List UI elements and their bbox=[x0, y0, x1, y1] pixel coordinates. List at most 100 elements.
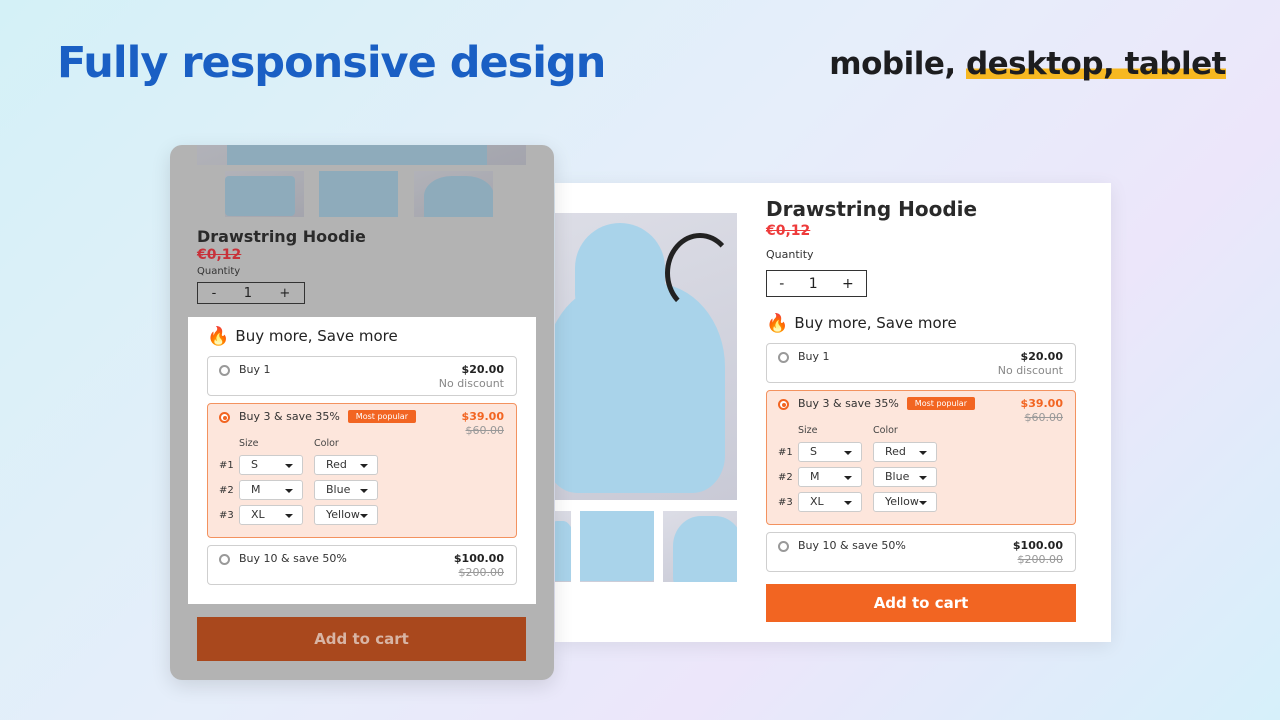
size-select-value: XL bbox=[251, 508, 265, 521]
offer-label-text: Buy 1 bbox=[239, 363, 271, 376]
bundle-offers: 🔥 Buy more, Save more Buy 1 $20.00 No discou… bbox=[766, 311, 1076, 579]
size-select-value: S bbox=[810, 445, 817, 458]
bundle-offer-option[interactable]: Buy 10 & save 50% $100.00 $200.00 bbox=[766, 532, 1076, 572]
chevron-down-icon bbox=[844, 501, 852, 505]
subheadline-highlight: desktop, tablet bbox=[965, 46, 1227, 82]
product-thumbnail[interactable] bbox=[319, 171, 398, 217]
size-label: Size bbox=[239, 438, 259, 449]
radio-button[interactable] bbox=[219, 554, 230, 565]
offer-label: Buy 1 bbox=[239, 363, 271, 376]
add-to-cart-button[interactable]: Add to cart bbox=[197, 617, 526, 661]
radio-button[interactable] bbox=[219, 365, 230, 376]
color-select-value: Blue bbox=[885, 470, 910, 483]
most-popular-badge: Most popular bbox=[347, 410, 416, 423]
product-thumbnail[interactable] bbox=[663, 511, 737, 582]
increment-button[interactable]: + bbox=[842, 276, 854, 292]
color-select[interactable]: Red bbox=[873, 442, 937, 462]
bundle-offer-option[interactable]: Buy 1 $20.00 No discount bbox=[766, 343, 1076, 383]
radio-button[interactable] bbox=[778, 352, 789, 363]
offer-compare-price: $200.00 bbox=[1017, 553, 1064, 566]
item-number: #2 bbox=[219, 485, 234, 496]
chevron-down-icon bbox=[919, 501, 927, 505]
size-select[interactable]: XL bbox=[239, 505, 303, 525]
offer-price: $39.00 bbox=[461, 410, 504, 423]
chevron-down-icon bbox=[360, 514, 368, 518]
offer-price: $100.00 bbox=[1012, 539, 1063, 552]
product-main-image[interactable] bbox=[197, 145, 526, 165]
bundle-offer-option[interactable]: Buy 3 & save 35% Most popular $39.00 $60.00… bbox=[207, 403, 517, 538]
color-select-value: Red bbox=[885, 445, 906, 458]
add-to-cart-button[interactable]: Add to cart bbox=[766, 584, 1076, 622]
subheadline: mobile, desktop, tablet bbox=[829, 46, 1227, 82]
quantity-stepper[interactable]: - 1 + bbox=[197, 282, 305, 304]
quantity-value[interactable]: 1 bbox=[244, 286, 252, 301]
chevron-down-icon bbox=[285, 464, 293, 468]
size-select[interactable]: XL bbox=[798, 492, 862, 512]
product-thumbnail[interactable] bbox=[414, 171, 493, 217]
radio-button[interactable] bbox=[778, 399, 789, 410]
offer-label-text: Buy 10 & save 50% bbox=[798, 539, 906, 552]
offer-compare-price: $200.00 bbox=[458, 566, 505, 579]
offer-note: No discount bbox=[997, 364, 1063, 377]
bundle-offer-option[interactable]: Buy 1 $20.00 No discount bbox=[207, 356, 517, 396]
quantity-value[interactable]: 1 bbox=[809, 276, 818, 292]
offer-label-text: Buy 1 bbox=[798, 350, 830, 363]
headline: Fully responsive design bbox=[57, 38, 606, 88]
subheadline-plain: mobile, bbox=[829, 46, 966, 82]
chevron-down-icon bbox=[919, 476, 927, 480]
decrement-button[interactable]: - bbox=[212, 286, 217, 301]
bundle-heading-text: Buy more, Save more bbox=[794, 314, 957, 332]
product-price: €0,12 bbox=[766, 223, 811, 239]
offer-price: $20.00 bbox=[461, 363, 504, 376]
offer-label-text: Buy 3 & save 35% bbox=[798, 397, 899, 410]
size-select[interactable]: M bbox=[798, 467, 862, 487]
quantity-stepper[interactable]: - 1 + bbox=[766, 270, 867, 297]
radio-button[interactable] bbox=[219, 412, 230, 423]
color-select[interactable]: Blue bbox=[873, 467, 937, 487]
chevron-down-icon bbox=[844, 476, 852, 480]
product-thumbnail[interactable] bbox=[580, 511, 654, 582]
item-number: #1 bbox=[778, 447, 793, 458]
product-main-image[interactable] bbox=[555, 213, 737, 500]
chevron-down-icon bbox=[919, 451, 927, 455]
size-select-value: M bbox=[810, 470, 820, 483]
mobile-product-card: Drawstring Hoodie €0,12 Quantity - 1 + 🔥… bbox=[170, 145, 554, 680]
increment-button[interactable]: + bbox=[279, 286, 290, 301]
quantity-label: Quantity bbox=[766, 248, 814, 261]
offer-label: Buy 3 & save 35% Most popular bbox=[798, 397, 975, 410]
color-select[interactable]: Red bbox=[314, 455, 378, 475]
size-select[interactable]: S bbox=[239, 455, 303, 475]
desktop-product-card: Drawstring Hoodie €0,12 Quantity - 1 + 🔥… bbox=[555, 183, 1111, 642]
offer-label-text: Buy 3 & save 35% bbox=[239, 410, 340, 423]
color-select-value: Red bbox=[326, 458, 347, 471]
product-thumbnail[interactable] bbox=[555, 511, 571, 582]
offer-compare-price: $60.00 bbox=[465, 424, 505, 437]
product-thumbnail[interactable] bbox=[225, 171, 304, 217]
bundle-offer-option[interactable]: Buy 3 & save 35% Most popular $39.00 $60.00… bbox=[766, 390, 1076, 525]
quantity-label: Quantity bbox=[197, 266, 241, 277]
size-select-value: XL bbox=[810, 495, 824, 508]
size-select[interactable]: S bbox=[798, 442, 862, 462]
product-title: Drawstring Hoodie bbox=[766, 197, 978, 221]
fire-icon: 🔥 bbox=[766, 312, 789, 334]
offer-label: Buy 3 & save 35% Most popular bbox=[239, 410, 416, 423]
color-select[interactable]: Yellow bbox=[314, 505, 378, 525]
color-select[interactable]: Yellow bbox=[873, 492, 937, 512]
bundle-offers: 🔥 Buy more, Save more Buy 1 $20.00 No discou… bbox=[207, 324, 517, 592]
offer-price: $39.00 bbox=[1020, 397, 1063, 410]
offer-label: Buy 10 & save 50% bbox=[239, 552, 347, 565]
radio-button[interactable] bbox=[778, 541, 789, 552]
item-number: #2 bbox=[778, 472, 793, 483]
color-select-value: Yellow bbox=[326, 508, 360, 521]
product-price: €0,12 bbox=[197, 247, 242, 263]
color-select-value: Blue bbox=[326, 483, 351, 496]
size-select[interactable]: M bbox=[239, 480, 303, 500]
size-select-value: S bbox=[251, 458, 258, 471]
decrement-button[interactable]: - bbox=[779, 276, 784, 292]
color-select[interactable]: Blue bbox=[314, 480, 378, 500]
chevron-down-icon bbox=[285, 489, 293, 493]
bundle-offer-option[interactable]: Buy 10 & save 50% $100.00 $200.00 bbox=[207, 545, 517, 585]
color-label: Color bbox=[314, 438, 339, 449]
chevron-down-icon bbox=[360, 489, 368, 493]
bundle-heading: 🔥 Buy more, Save more bbox=[207, 324, 517, 348]
